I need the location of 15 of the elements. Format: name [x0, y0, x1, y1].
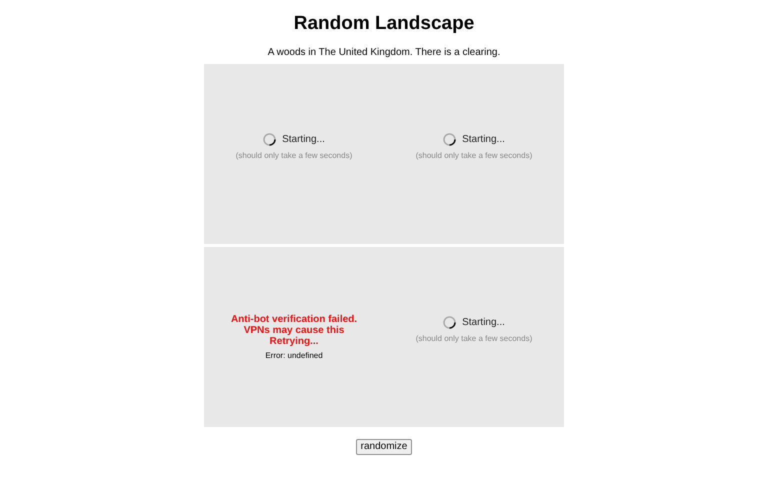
error-message: Anti-bot verification failed. VPNs may cause this	[230, 314, 358, 336]
spinner-icon	[443, 133, 456, 146]
hint-text: (should only take a few seconds)	[236, 151, 352, 161]
page-title: Random Landscape	[294, 12, 474, 36]
hint-text: (should only take a few seconds)	[416, 151, 532, 161]
spinner-icon	[263, 133, 276, 146]
status-text: Starting...	[462, 316, 505, 328]
error-detail: Error: undefined	[265, 350, 323, 360]
spinner-icon	[443, 316, 456, 329]
description: A woods in The United Kingdom. There is a clearing.	[268, 47, 500, 59]
hint-text: (should only take a few seconds)	[416, 334, 532, 344]
retry-text: Retrying...	[270, 336, 318, 346]
status-text: Starting...	[282, 134, 325, 146]
status-text: Starting...	[462, 134, 505, 146]
randomize-button[interactable]: randomize	[356, 439, 412, 455]
